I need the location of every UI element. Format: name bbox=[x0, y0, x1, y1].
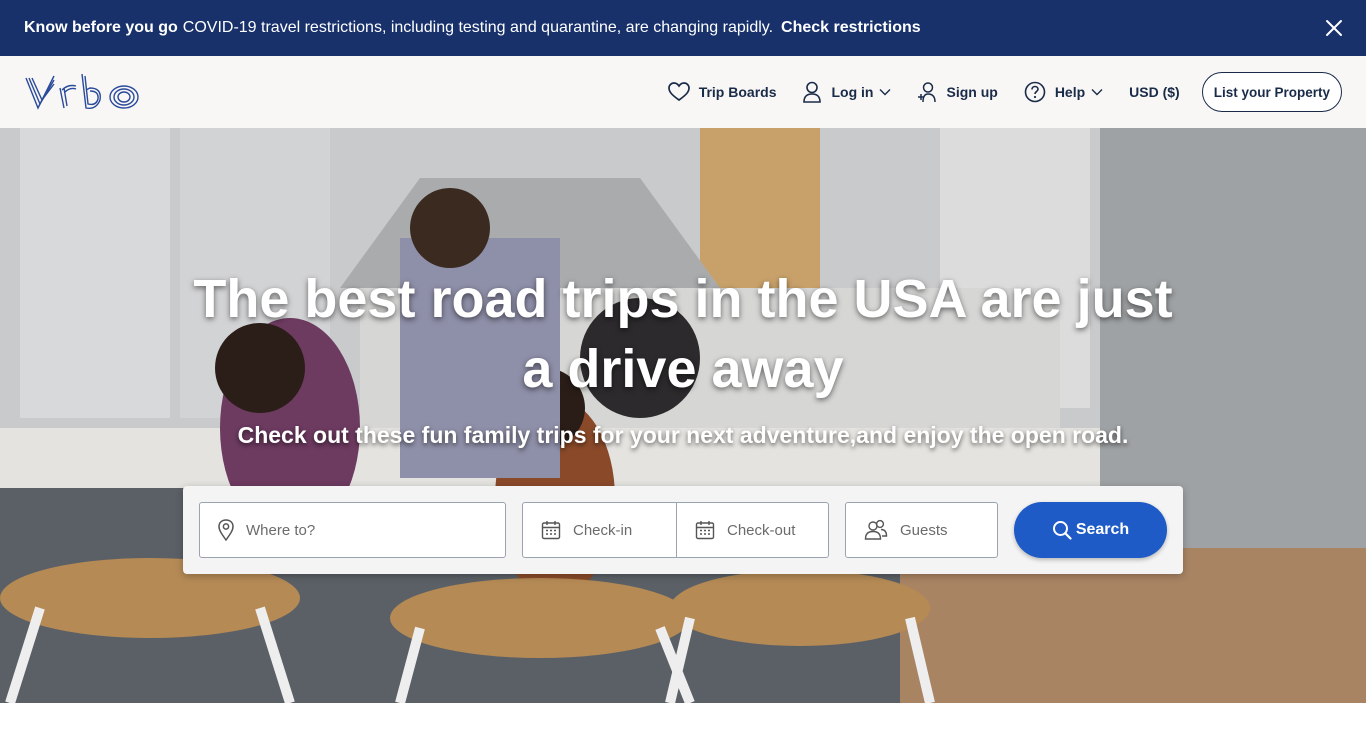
hero-subtitle: Check out these fun family trips for you… bbox=[237, 422, 1129, 448]
close-icon[interactable] bbox=[1324, 18, 1344, 38]
destination-input[interactable]: Where to? bbox=[199, 502, 506, 558]
checkout-input[interactable]: Check-out bbox=[676, 502, 829, 558]
trip-boards-label: Trip Boards bbox=[698, 84, 777, 100]
chevron-down-icon bbox=[879, 89, 891, 96]
banner-message: COVID-19 travel restrictions, including … bbox=[182, 19, 774, 36]
covid-banner: Know before you go COVID-19 travel restr… bbox=[0, 0, 1366, 56]
destination-placeholder: Where to? bbox=[246, 521, 316, 539]
vrbo-logo[interactable] bbox=[24, 70, 148, 114]
location-pin-icon bbox=[218, 519, 234, 541]
search-button[interactable]: Search bbox=[1014, 502, 1167, 558]
user-icon bbox=[803, 81, 822, 103]
checkin-placeholder: Check-in bbox=[573, 521, 633, 539]
currency-selector[interactable]: USD ($) bbox=[1129, 84, 1180, 100]
help-menu[interactable]: Help bbox=[1024, 81, 1103, 103]
currency-label: USD ($) bbox=[1129, 84, 1180, 100]
banner-heading: Know before you go bbox=[24, 19, 178, 36]
guests-input[interactable]: Guests bbox=[845, 502, 998, 558]
trip-boards-link[interactable]: Trip Boards bbox=[667, 82, 777, 102]
calendar-icon bbox=[695, 521, 715, 540]
check-restrictions-link[interactable]: Check restrictions bbox=[781, 19, 921, 37]
checkin-input[interactable]: Check-in bbox=[522, 502, 677, 558]
signup-link[interactable]: Sign up bbox=[917, 81, 998, 103]
list-property-button[interactable]: List your Property bbox=[1201, 72, 1342, 112]
hero-section: The best road trips in the USA are just … bbox=[0, 128, 1366, 703]
user-plus-icon bbox=[918, 82, 937, 103]
search-icon bbox=[1052, 521, 1072, 540]
hero-background-image bbox=[0, 128, 1366, 703]
calendar-icon bbox=[541, 521, 561, 540]
heart-icon bbox=[667, 82, 690, 102]
help-icon bbox=[1024, 81, 1046, 103]
login-label: Log in bbox=[831, 84, 874, 100]
search-button-label: Search bbox=[1075, 521, 1130, 538]
signup-label: Sign up bbox=[946, 84, 998, 100]
help-label: Help bbox=[1054, 84, 1086, 100]
site-header: Trip Boards Log in Sign up Help USD ($) … bbox=[0, 56, 1366, 128]
page-content-area bbox=[0, 703, 1366, 738]
header-nav: Trip Boards Log in Sign up Help USD ($) … bbox=[642, 56, 1342, 128]
checkout-placeholder: Check-out bbox=[727, 521, 796, 539]
chevron-down-icon bbox=[1091, 89, 1103, 96]
hero-title: The best road trips in the USA are just … bbox=[193, 269, 1173, 399]
guests-placeholder: Guests bbox=[900, 521, 948, 539]
guests-icon bbox=[864, 519, 888, 540]
search-panel: Where to? Check-in Check-out Guests Sear… bbox=[183, 486, 1183, 574]
login-menu[interactable]: Log in bbox=[802, 81, 891, 103]
